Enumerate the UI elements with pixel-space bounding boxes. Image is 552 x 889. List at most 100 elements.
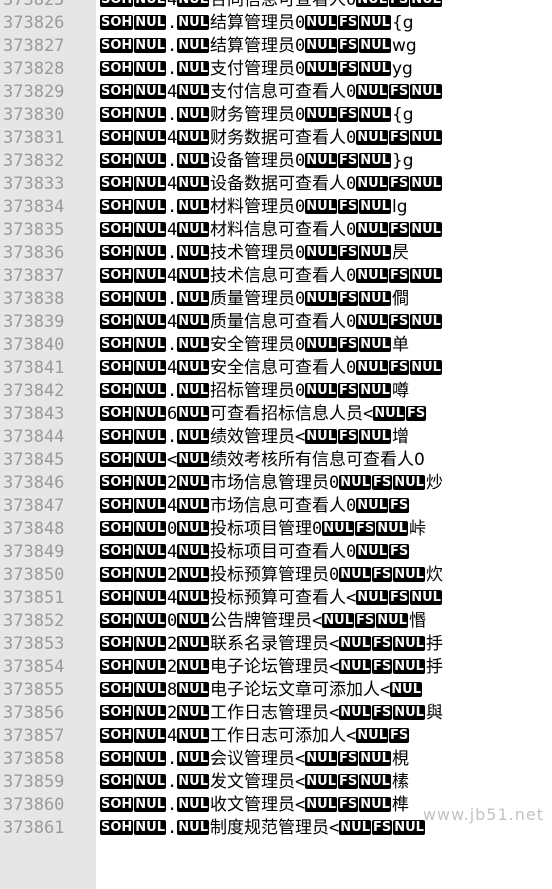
line-content: SOH NUL .NUL 发文管理员<NUL FS NUL 榡 [100, 771, 409, 794]
editor-line[interactable]: 373842 SOH NUL .NUL 招标管理员0NUL FS NUL 噂 [0, 380, 552, 403]
control-char-nul: NUL [410, 314, 442, 329]
tail-char: 0 [295, 13, 306, 33]
editor-line[interactable]: 373849 SOH NUL 4NUL 投标项目可查看人0NUL FS [0, 541, 552, 564]
line-number: 373857 [3, 726, 65, 746]
editor-line[interactable]: 373855 SOH NUL 8NUL 电子论坛文章可添加人<NUL [0, 679, 552, 702]
control-char-soh: SOH [100, 291, 134, 306]
role-name-text: 绩效管理员 [210, 427, 296, 447]
control-char-soh: SOH [100, 521, 134, 536]
control-char-nul: NUL [177, 705, 210, 720]
editor-line[interactable]: 373838 SOH NUL .NUL 质量管理员0NUL FS NUL 僴 [0, 288, 552, 311]
control-char-nul: NUL [134, 820, 167, 835]
line-number: 373842 [3, 381, 65, 401]
editor-line[interactable]: 373833 SOH NUL 4NUL 设备数据可查看人0NUL FS NUL [0, 173, 552, 196]
editor-line[interactable]: 373858 SOH NUL .NUL 会议管理员<NUL FS NUL 梘 [0, 748, 552, 771]
control-char-fs: FS [406, 406, 427, 421]
editor-line[interactable]: 373857 SOH NUL 4NUL 工作日志可添加人<NUL FS [0, 725, 552, 748]
control-char-nul: NUL [134, 452, 167, 467]
editor-line[interactable]: 373834 SOH NUL .NUL 材料管理员0NUL FS NUL lg [0, 196, 552, 219]
control-char-nul: NUL [339, 705, 371, 720]
control-char-soh: SOH [100, 0, 134, 7]
tail-char: 0 [295, 381, 306, 401]
separator-char: . [167, 795, 178, 815]
line-content: SOH NUL .NUL 支付管理员0NUL FS NUL yg [100, 58, 413, 81]
control-char-soh: SOH [100, 452, 134, 467]
role-name-text: 工作日志管理员 [210, 703, 330, 723]
control-char-nul: NUL [356, 268, 388, 283]
editor-line[interactable]: 373853 SOH NUL 2NUL 联系名录管理员<NUL FS NUL 抙 [0, 633, 552, 656]
editor-line[interactable]: 373828 SOH NUL .NUL 支付管理员0NUL FS NUL yg [0, 58, 552, 81]
editor-line[interactable]: 373829 SOH NUL 4NUL 支付信息可查看人0NUL FS NUL [0, 81, 552, 104]
control-char-nul: NUL [356, 544, 388, 559]
editor-line[interactable]: 373832 SOH NUL .NUL 设备管理员0NUL FS NUL}g [0, 150, 552, 173]
editor-line[interactable]: 373844 SOH NUL .NUL 绩效管理员<NUL FS NUL 增 [0, 426, 552, 449]
editor-line[interactable]: 373830 SOH NUL .NUL 财务管理员0NUL FS NUL {g [0, 104, 552, 127]
editor-line[interactable]: 373848 SOH NUL 0NUL 投标项目管理0NUL FS NUL 峠 [0, 518, 552, 541]
editor-line[interactable]: 373840 SOH NUL .NUL 安全管理员0NUL FS NUL 单 [0, 334, 552, 357]
separator-char: 4 [167, 128, 178, 148]
role-name-text: 支付管理员 [210, 59, 296, 79]
tail-char: 0 [295, 151, 306, 171]
line-number: 373849 [3, 542, 65, 562]
control-char-nul: NUL [177, 360, 210, 375]
editor-line[interactable]: 373845 SOH NUL <NUL 绩效考核所有信息可查看人0 [0, 449, 552, 472]
control-char-nul: NUL [356, 728, 388, 743]
separator-char: 2 [167, 634, 178, 654]
separator-char: 8 [167, 680, 178, 700]
line-content: SOH NUL 6NUL 可查看招标信息人员<NUL FS [100, 403, 427, 426]
separator-char: . [167, 36, 178, 56]
control-char-nul: NUL [134, 291, 167, 306]
line-content: SOH NUL .NUL 绩效管理员<NUL FS NUL 增 [100, 426, 409, 449]
editor-line[interactable]: 373856 SOH NUL 2NUL 工作日志管理员<NUL FS NUL 與 [0, 702, 552, 725]
line-number: 373855 [3, 680, 65, 700]
line-content: SOH NUL 4NUL 设备数据可查看人0NUL FS NUL [100, 173, 443, 196]
editor-lines[interactable]: 373825SOHNUL4NUL合同信息可查看人0NULFSNUL373826S… [0, 0, 552, 840]
editor-line[interactable]: 373843 SOH NUL 6NUL 可查看招标信息人员<NUL FS [0, 403, 552, 426]
editor-line[interactable]: 373852 SOH NUL 0NUL 公告牌管理员<NUL FS NUL 惽 [0, 610, 552, 633]
control-char-nul: NUL [359, 291, 391, 306]
editor-line[interactable]: 373837 SOH NUL 4NUL 技术信息可查看人0NUL FS NUL [0, 265, 552, 288]
role-name-text: 联系名录管理员 [210, 634, 330, 654]
editor-line[interactable]: 373836 SOH NUL .NUL 技术管理员0NUL FS NUL 昃 [0, 242, 552, 265]
role-name-text: 收文管理员 [210, 795, 296, 815]
line-content: SOH NUL 4NUL 财务数据可查看人0NUL FS NUL [100, 127, 443, 150]
tail-char: < [295, 749, 306, 769]
control-char-nul: NUL [134, 567, 167, 582]
control-char-soh: SOH [100, 314, 134, 329]
editor-line[interactable]: 373826 SOH NUL .NUL 结算管理员0NUL FS NUL {g [0, 12, 552, 35]
tail-char: 0 [329, 473, 340, 493]
editor-line[interactable]: 373851 SOH NUL 4NUL 投标预算可查看人<NUL FS NUL [0, 587, 552, 610]
editor-line[interactable]: 373835 SOH NUL 4NUL 材料信息可查看人0NUL FS NUL [0, 219, 552, 242]
control-char-nul: NUL [134, 15, 167, 30]
control-char-soh: SOH [100, 383, 134, 398]
control-char-fs: FS [372, 475, 393, 490]
line-number: 373840 [3, 335, 65, 355]
trailing-text: yg [391, 59, 413, 79]
editor-line[interactable]: 373850 SOH NUL 2NUL 投标预算管理员0NUL FS NUL 炊 [0, 564, 552, 587]
editor-line[interactable]: 373839 SOH NUL 4NUL 质量信息可查看人0NUL FS NUL [0, 311, 552, 334]
tail-char: < [329, 657, 340, 677]
editor-line[interactable]: 373841 SOH NUL 4NUL 安全信息可查看人0NUL FS NUL [0, 357, 552, 380]
line-number: 373845 [3, 450, 65, 470]
trailing-text: 榡 [391, 772, 409, 792]
editor-line[interactable]: 373854 SOH NUL 2NUL 电子论坛管理员<NUL FS NUL 抙 [0, 656, 552, 679]
control-char-fs: FS [389, 84, 410, 99]
control-char-nul: NUL [177, 544, 210, 559]
line-number: 373850 [3, 565, 65, 585]
control-char-nul: NUL [177, 130, 210, 145]
editor-line[interactable]: 373825SOHNUL4NUL合同信息可查看人0NULFSNUL [0, 0, 552, 12]
control-char-nul: NUL [305, 15, 337, 30]
separator-char: 4 [167, 542, 178, 562]
editor-line[interactable]: 373847 SOH NUL 4NUL 市场信息可查看人0NUL FS [0, 495, 552, 518]
editor-line[interactable]: 373859 SOH NUL .NUL 发文管理员<NUL FS NUL 榡 [0, 771, 552, 794]
editor-line[interactable]: 373831 SOH NUL 4NUL 财务数据可查看人0NUL FS NUL [0, 127, 552, 150]
trailing-text: }g [391, 151, 414, 171]
control-char-soh: SOH [100, 636, 134, 651]
editor-line[interactable]: 373846 SOH NUL 2NUL 市场信息管理员0NUL FS NUL 炒 [0, 472, 552, 495]
control-char-nul: NUL [177, 84, 210, 99]
separator-char: 4 [167, 0, 178, 10]
separator-char: 4 [167, 726, 178, 746]
control-char-nul: NUL [177, 774, 210, 789]
editor-line[interactable]: 373827 SOH NUL .NUL 结算管理员0NUL FS NUL wg [0, 35, 552, 58]
text-editor[interactable]: 373825SOHNUL4NUL合同信息可查看人0NULFSNUL373826S… [0, 0, 552, 889]
